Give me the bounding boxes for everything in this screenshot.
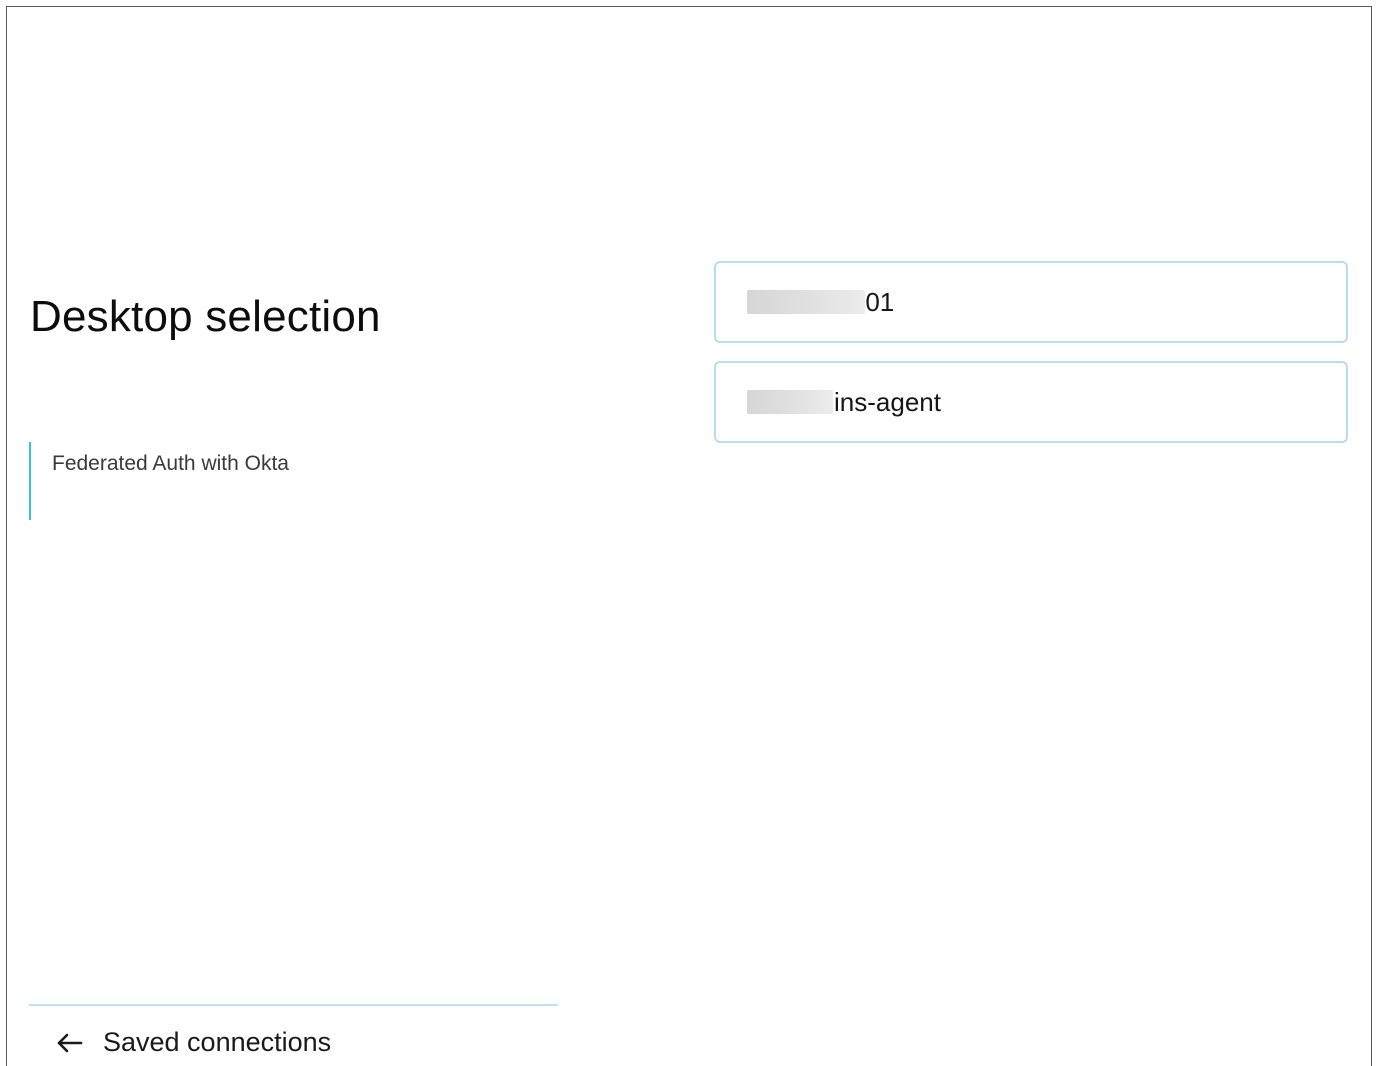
saved-connections-label: Saved connections: [103, 1027, 332, 1057]
footer-divider: [29, 1004, 558, 1006]
desktop-item[interactable]: ins-agent: [714, 361, 1348, 443]
redacted-text: [747, 390, 833, 414]
auth-provider-info: Federated Auth with Okta: [29, 442, 289, 520]
auth-provider-label: Federated Auth with Okta: [52, 452, 289, 475]
arrow-left-icon: [55, 1031, 85, 1055]
desktop-name: ins-agent: [834, 387, 941, 417]
saved-connections-link[interactable]: Saved connections: [55, 1027, 331, 1058]
desktop-list: nt-01 ins-agent: [714, 261, 1348, 461]
page-title: Desktop selection: [30, 292, 381, 342]
app-window: Desktop selection Federated Auth with Ok…: [6, 6, 1372, 1066]
desktop-item[interactable]: nt-01: [714, 261, 1348, 343]
redacted-text: [747, 290, 865, 314]
